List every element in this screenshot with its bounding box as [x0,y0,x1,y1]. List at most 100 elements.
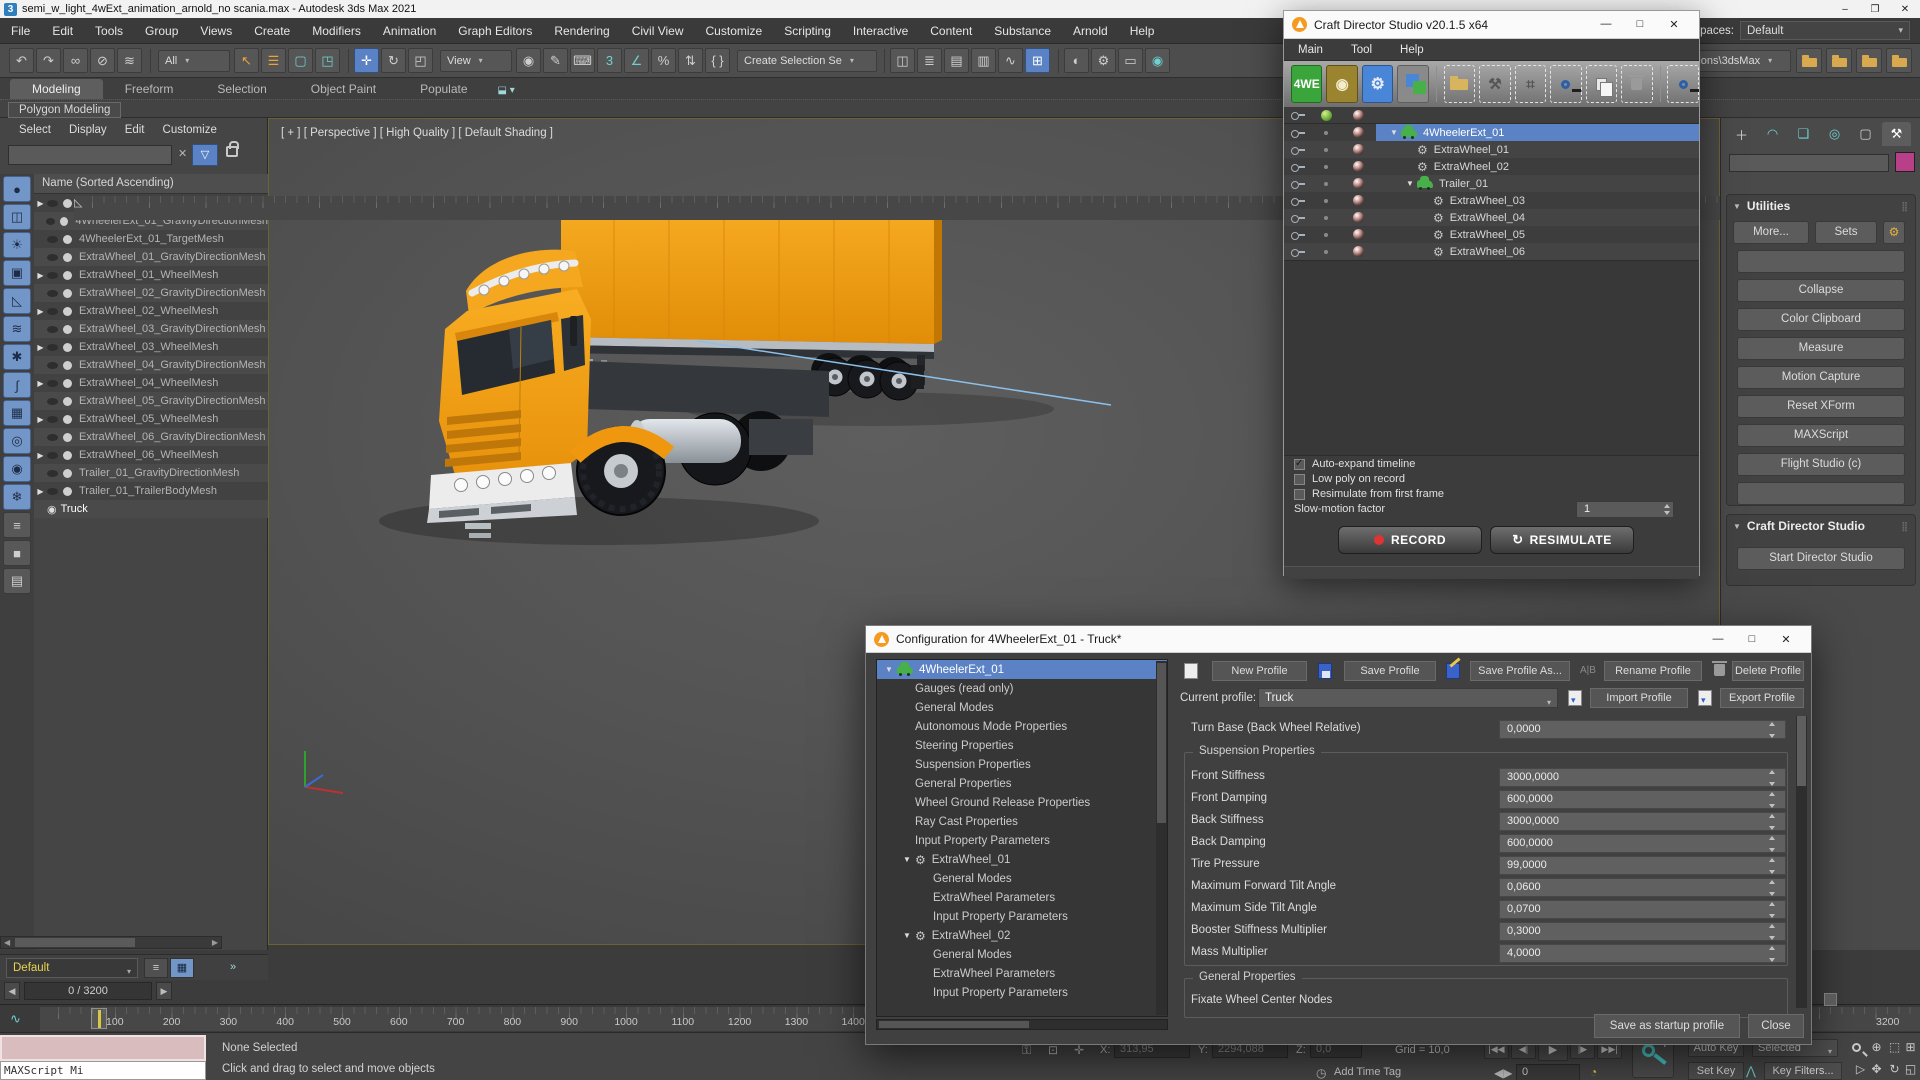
Trailer_01_TrailerBodyMesh[interactable]: ▶ ◉ ◺ Trailer_01_TrailerBodyMesh [34,482,268,500]
window-crossing-icon[interactable]: ◳ [315,48,340,73]
ExtraWheel_05[interactable]: ▼ ⚙ ExtraWheel_05 [1284,226,1699,243]
ExtraWheel_02[interactable]: ▼ ⚙ ExtraWheel_02 [877,926,1167,945]
explorer-menu-item[interactable]: Select [12,123,58,137]
fixate-checkbox[interactable] [1824,993,1837,1006]
expand-arrow-icon[interactable]: ▼ [903,855,915,864]
modify-tab[interactable]: ◠ [1758,122,1787,146]
utility-button[interactable] [1737,482,1905,505]
option-row[interactable]: Auto-expand timeline [1294,457,1699,471]
reconnect-button[interactable] [1667,65,1698,103]
close-dialog-button[interactable]: Close [1748,1014,1804,1038]
zoom-extents-all-icon[interactable]: ⊞ [1902,1039,1919,1056]
configure-button-sets-icon[interactable]: ⚙ [1883,221,1905,244]
menu-item[interactable]: Arnold [1062,20,1119,42]
camera-rig-button[interactable]: ◉ [1326,65,1357,103]
redo-icon[interactable]: ↷ [36,48,61,73]
minimize-button[interactable]: – [1830,4,1860,15]
current-frame-spinner[interactable]: 0 [1516,1064,1580,1080]
space-warps-filter-icon[interactable]: ≋ [3,316,31,342]
spinner-snap-icon[interactable]: ⇅ [678,48,703,73]
slow-motion-spinner[interactable]: 1 [1576,501,1674,518]
mirror-icon[interactable]: ◫ [890,48,915,73]
craft-menu-item[interactable]: Tool [1337,41,1386,59]
save-profile-button[interactable]: Save Profile [1344,661,1436,681]
shapes-filter-icon[interactable]: ◫ [3,204,31,230]
select-and-manipulate-icon[interactable]: ✎ [543,48,568,73]
menu-item[interactable]: Graph Editors [447,20,543,42]
percent-snap-icon[interactable]: % [651,48,676,73]
vehicle-preset-button[interactable]: 4WE [1291,65,1322,103]
ribbon-display-toggle-icon[interactable]: ⬓ ▾ [498,85,515,99]
bind-to-space-warp-icon[interactable]: ≋ [117,48,142,73]
time-configuration-icon[interactable]: ◔ [1590,1065,1597,1079]
delete-profile-button[interactable]: Delete Profile [1732,661,1804,681]
connect-button[interactable] [1550,65,1581,103]
craft-rollout-header[interactable]: ▼ Craft Director Studio ⣿ [1727,515,1915,537]
expand-arrow-icon[interactable]: ▼ [1406,179,1417,188]
containers-filter-icon[interactable]: ▦ [3,400,31,426]
expand-arrow-icon[interactable]: ▶ [34,487,47,496]
expand-arrow-icon[interactable]: ▶ [34,307,47,316]
menu-item[interactable]: Modifiers [301,20,372,42]
display-tab[interactable]: ▢ [1851,122,1880,146]
duplicate-button[interactable] [1586,65,1617,103]
motion-tab[interactable]: ◎ [1820,122,1849,146]
expand-arrow-icon[interactable]: ▼ [1390,128,1401,137]
parameter-field[interactable]: 3000,0000 [1499,768,1786,787]
open-file-button[interactable] [1444,65,1475,103]
edit-named-selection-sets-icon[interactable]: { } [705,48,730,73]
utility-button[interactable]: Measure [1737,337,1905,360]
tools-button[interactable]: ⚒ [1479,65,1510,103]
orbit-icon[interactable]: ↻ [1886,1061,1903,1078]
ExtraWheel_03_WheelMesh[interactable]: ▶ ◉ ◺ ExtraWheel_03_WheelMesh [34,338,268,356]
ExtraWheel_01_GravityDirectionMesh[interactable]: ▶ ◉ ◺ ExtraWheel_01_GravityDirectionMesh [34,248,268,266]
config-minimize-button[interactable]: — [1701,633,1735,646]
menu-item[interactable]: Interactive [842,20,919,42]
ExtraWheel_05_WheelMesh[interactable]: ▶ ◉ ◺ ExtraWheel_05_WheelMesh [34,410,268,428]
rendered-frame-window-icon[interactable]: ▭ [1118,48,1143,73]
utility-button[interactable]: Motion Capture [1737,366,1905,389]
key-steps-icon[interactable]: ⋀ [1746,1064,1756,1078]
craft-title-bar[interactable]: Craft Director Studio v20.1.5 x64 — □ ✕ [1284,11,1699,39]
parameter-field[interactable]: 3000,0000 [1499,812,1786,831]
craft-menu-item[interactable]: Help [1386,41,1438,59]
ExtraWheel_01[interactable]: ▼ ⚙ ExtraWheel_01 [877,850,1167,869]
Suspension Properties[interactable]: ▼ ⚙ Suspension Properties [877,755,1167,774]
material-editor-icon[interactable]: ◐ [1064,48,1089,73]
select-and-scale-icon[interactable]: ◰ [408,48,433,73]
expand-arrow-icon[interactable]: ▼ [885,665,897,674]
zoom-icon[interactable] [1852,1043,1861,1052]
close-button[interactable]: ✕ [1890,4,1920,15]
helpers-filter-icon[interactable]: ◺ [3,288,31,314]
utility-button[interactable]: Color Clipboard [1737,308,1905,331]
current-profile-dropdown[interactable]: Truck▾ [1258,688,1558,708]
craft-minimize-button[interactable]: — [1589,18,1623,31]
input-device-button[interactable]: ⌗ [1515,65,1546,103]
render-setup-icon[interactable]: ⚙ [1091,48,1116,73]
menu-item[interactable]: Help [1119,20,1166,42]
craft-close-button[interactable]: ✕ [1657,18,1691,31]
ExtraWheel_06_GravityDirectionMesh[interactable]: ▶ ◉ ◺ ExtraWheel_06_GravityDirectionMesh [34,428,268,446]
maxscript-mini-listener[interactable] [0,1035,206,1061]
Trailer_01_GravityDirectionMesh[interactable]: ▶ ◉ ◺ Trailer_01_GravityDirectionMesh [34,464,268,482]
option-row[interactable]: Resimulate from first frame [1294,487,1699,501]
prev-frame-button[interactable]: ◀ [4,982,20,1000]
expand-arrow-icon[interactable]: ▶ [34,451,47,460]
polygon-modeling-tab[interactable]: Polygon Modeling [8,102,121,118]
General Modes[interactable]: ▼ ⚙ General Modes [877,698,1167,717]
layer-hierarchy-icon[interactable]: ▦ [170,958,194,978]
ribbon-tab[interactable]: Selection [195,79,288,99]
coordinate-display-icon[interactable]: ✛ [1074,1043,1084,1057]
project-link-icon[interactable] [1886,48,1912,73]
display-visibility-icon[interactable]: ◉ [3,456,31,482]
list-view-icon[interactable]: ≡ [3,512,31,538]
menu-item[interactable]: Animation [372,20,447,42]
lights-filter-icon[interactable]: ☀ [3,232,31,258]
selection-lock-icon[interactable]: ⚿ [1022,1043,1031,1058]
frozen-filter-icon[interactable]: ❄ [3,484,31,510]
maxscript-listener-line[interactable]: MAXScript Mi [0,1061,206,1080]
craft-maximize-button[interactable]: □ [1623,18,1657,31]
Gauges (read only)[interactable]: ▼ ⚙ Gauges (read only) [877,679,1167,698]
explorer-search-input[interactable] [8,145,172,165]
expand-arrow-icon[interactable]: ▶ [34,415,47,424]
